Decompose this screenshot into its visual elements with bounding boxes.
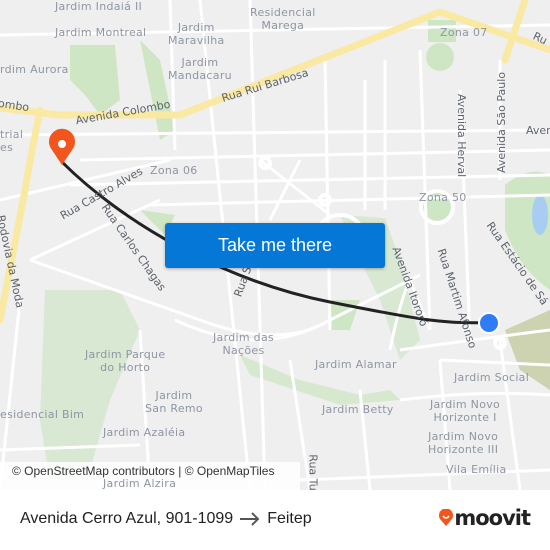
area-label: Zona 06 (150, 164, 198, 177)
area-label: Jardim Social (454, 371, 530, 384)
take-me-there-button[interactable]: Take me there (165, 223, 385, 268)
area-label: Jardim das Nações (213, 331, 275, 357)
area-label: Jardim Azaléia (103, 426, 186, 439)
street-label: Avenida São Paulo (495, 72, 508, 173)
area-label: Jardim Alzira (103, 477, 177, 490)
area-label: esidencial Bim (0, 408, 85, 421)
footer: Avenida Cerro Azul, 901-1099 Feitep moov… (0, 490, 550, 550)
area-label: Jardim Betty (322, 403, 394, 416)
area-label: Jardim Mandacaru (168, 56, 232, 82)
area-label: Jardim Novo Horizonte III (428, 430, 499, 456)
area-label: Jardim Maravilha (168, 21, 225, 47)
area-label: Jardim Indaiá II (55, 0, 143, 13)
area-label: Zona 50 (419, 191, 467, 204)
destination-name: Feitep (267, 510, 312, 527)
area-label: rdim Aurora (0, 63, 69, 76)
street-label: Rua Tu (306, 454, 320, 490)
route-summary: Avenida Cerro Azul, 901-1099 Feitep (20, 510, 312, 528)
arrow-right-icon (240, 512, 260, 526)
moovit-logo: moovit (438, 506, 531, 530)
area-label: Vila Emília (446, 463, 507, 476)
map[interactable]: Jardim Indaiá II Jardim Montreal Jardim … (0, 0, 550, 490)
area-label: Jardim Alamar (315, 358, 397, 371)
area-label: Residencial Marega (250, 6, 316, 32)
street-label: Avenida Herval (455, 93, 469, 178)
area-label: Zona 07 (440, 26, 488, 39)
moovit-pin-icon (439, 509, 454, 526)
area-label: Jardim Montreal (55, 26, 147, 39)
area-label: Jardim Parque do Horto (85, 348, 166, 374)
origin-name: Avenida Cerro Azul, 901-1099 (20, 510, 234, 527)
area-label: Jardim San Remo (145, 389, 203, 415)
area-label: trial es (0, 128, 24, 154)
street-label: Aven (526, 124, 550, 137)
area-label: Jardim Novo Horizonte I (430, 398, 501, 424)
